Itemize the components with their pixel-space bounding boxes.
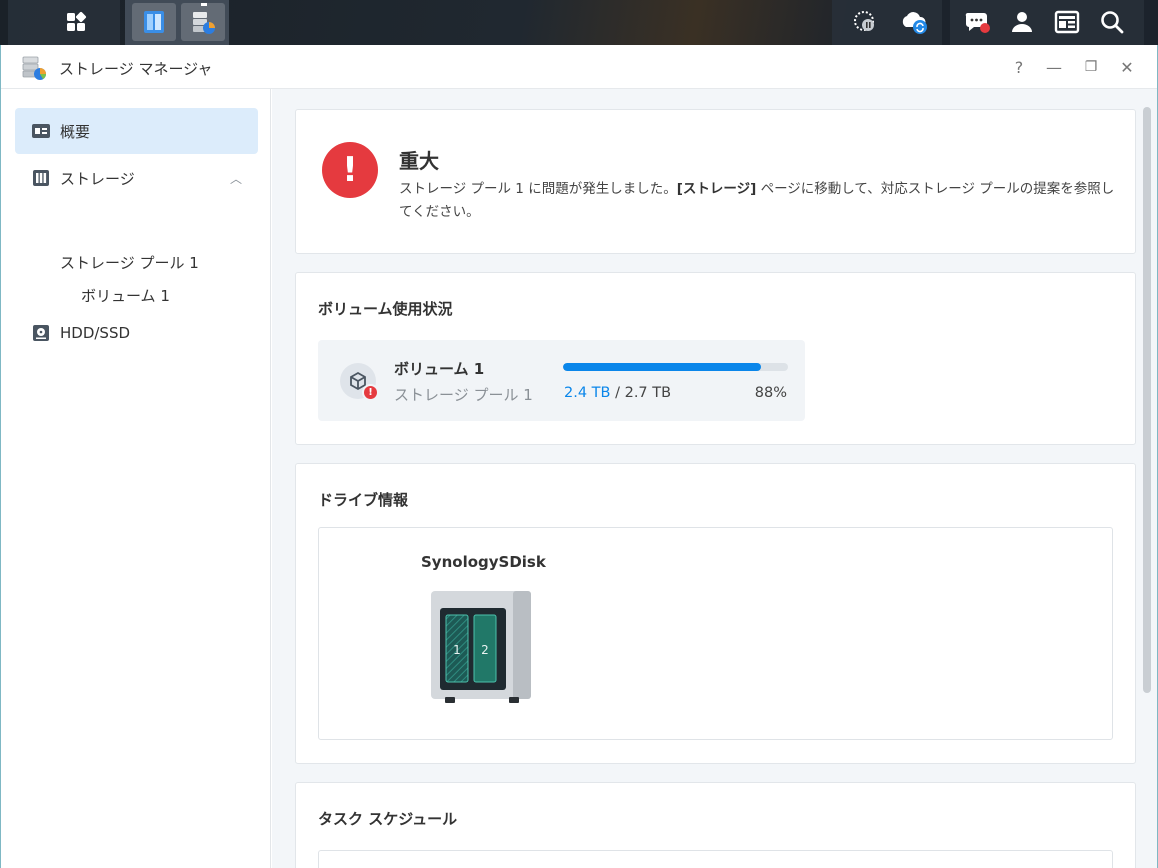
bay-2-label: 2 bbox=[481, 643, 489, 657]
capacity-separator: / bbox=[610, 385, 625, 401]
notifications-icon bbox=[965, 12, 990, 33]
backup-button[interactable] bbox=[843, 3, 887, 41]
task-schedule-table bbox=[318, 850, 1113, 868]
alert-message-text: ストレージ プール 1 に問題が発生しました。 bbox=[399, 181, 677, 197]
file-station-button[interactable] bbox=[132, 3, 176, 41]
sidebar-item-overview[interactable]: 概要 bbox=[15, 108, 258, 154]
notifications-button[interactable] bbox=[956, 3, 1000, 41]
search-button[interactable] bbox=[1090, 3, 1134, 41]
chevron-up-icon[interactable]: ︿ bbox=[230, 170, 242, 187]
usage-percent: 88% bbox=[754, 385, 787, 401]
storage-page-link[interactable]: [ストレージ] bbox=[677, 181, 757, 197]
storage-manager-button[interactable] bbox=[181, 3, 225, 41]
sidebar-item-storage[interactable]: ストレージ ︿ bbox=[15, 155, 258, 201]
main-menu-button[interactable] bbox=[54, 3, 98, 41]
cloud-sync-icon bbox=[902, 12, 927, 34]
used-capacity: 2.4 TB bbox=[564, 385, 611, 401]
sidebar-item-label: ストレージ bbox=[60, 169, 135, 188]
user-icon bbox=[1012, 12, 1032, 32]
volume-name: ボリューム 1 bbox=[394, 360, 485, 378]
alert-message: ストレージ プール 1 に問題が発生しました。[ストレージ] ページに移動して、… bbox=[399, 178, 1119, 224]
drive-diagram: SynologySDisk 1 2 bbox=[318, 527, 1113, 740]
critical-alert-icon: ! bbox=[322, 142, 378, 198]
bay-1-label: 1 bbox=[453, 643, 461, 657]
volume-pool: ストレージ プール 1 bbox=[394, 386, 533, 404]
error-badge-icon: ! bbox=[362, 384, 379, 401]
sidebar-item-label: HDD/SSD bbox=[60, 324, 131, 342]
section-title: タスク スケジュール bbox=[318, 810, 458, 828]
sidebar-item-storage-pool[interactable]: ストレージ プール 1 bbox=[60, 252, 199, 273]
volume-usage-card: ボリューム使用状況 ! ボリューム 1 ストレージ プール 1 2.4 TB /… bbox=[295, 272, 1136, 445]
search-icon bbox=[1101, 11, 1124, 34]
sidebar: 概要 ストレージ ︿ ストレージ プール 1 ボリューム 1 HDD/SSD bbox=[1, 89, 271, 868]
scrollbar[interactable] bbox=[1143, 107, 1151, 693]
hdd-icon bbox=[31, 323, 51, 343]
usage-progress-fill bbox=[563, 363, 761, 371]
main-menu-icon bbox=[67, 11, 87, 31]
overview-icon bbox=[31, 121, 51, 141]
sidebar-item-label: 概要 bbox=[60, 122, 91, 141]
storage-icon bbox=[31, 168, 51, 188]
storage-manager-app-icon bbox=[22, 56, 46, 80]
active-indicator bbox=[201, 3, 207, 6]
drive-info-card: ドライブ情報 SynologySDisk 1 2 bbox=[295, 463, 1136, 764]
widgets-icon bbox=[1054, 10, 1080, 34]
total-capacity: 2.7 TB bbox=[624, 385, 672, 401]
backup-pause-icon bbox=[854, 11, 874, 31]
storage-manager-icon bbox=[193, 12, 215, 34]
sidebar-item-hdd[interactable]: HDD/SSD bbox=[15, 310, 258, 356]
window-titlebar[interactable]: ストレージ マネージャ ? — ❐ ✕ bbox=[1, 45, 1157, 89]
section-title: ドライブ情報 bbox=[318, 491, 409, 509]
help-button[interactable]: ? bbox=[1009, 57, 1029, 77]
widgets-button[interactable] bbox=[1045, 3, 1089, 41]
user-button[interactable] bbox=[1000, 3, 1044, 41]
minimize-button[interactable]: — bbox=[1044, 57, 1064, 77]
alert-title: 重大 bbox=[399, 149, 439, 173]
usage-progress-bar bbox=[563, 363, 788, 371]
usage-text: 2.4 TB / 2.7 TB bbox=[564, 385, 671, 401]
nas-device-icon[interactable]: 1 2 bbox=[431, 591, 533, 703]
close-button[interactable]: ✕ bbox=[1117, 57, 1137, 77]
file-station-icon bbox=[144, 11, 164, 33]
nas-name: SynologySDisk bbox=[421, 553, 546, 571]
section-title: ボリューム使用状況 bbox=[318, 300, 453, 318]
window-title: ストレージ マネージャ bbox=[59, 60, 213, 78]
task-schedule-card: タスク スケジュール bbox=[295, 782, 1136, 868]
status-alert-card: ! 重大 ストレージ プール 1 に問題が発生しました。[ストレージ] ページに… bbox=[295, 109, 1136, 254]
main-content: ! 重大 ストレージ プール 1 に問題が発生しました。[ストレージ] ページに… bbox=[272, 89, 1157, 868]
sidebar-item-volume[interactable]: ボリューム 1 bbox=[81, 285, 170, 306]
volume-item[interactable]: ! ボリューム 1 ストレージ プール 1 2.4 TB / 2.7 TB 88… bbox=[318, 340, 805, 421]
storage-manager-window: ストレージ マネージャ ? — ❐ ✕ 概要 ストレージ ︿ ストレージ プール… bbox=[0, 45, 1158, 868]
cloud-sync-button[interactable] bbox=[892, 3, 936, 41]
taskbar bbox=[0, 0, 1158, 45]
restore-button[interactable]: ❐ bbox=[1081, 57, 1101, 77]
